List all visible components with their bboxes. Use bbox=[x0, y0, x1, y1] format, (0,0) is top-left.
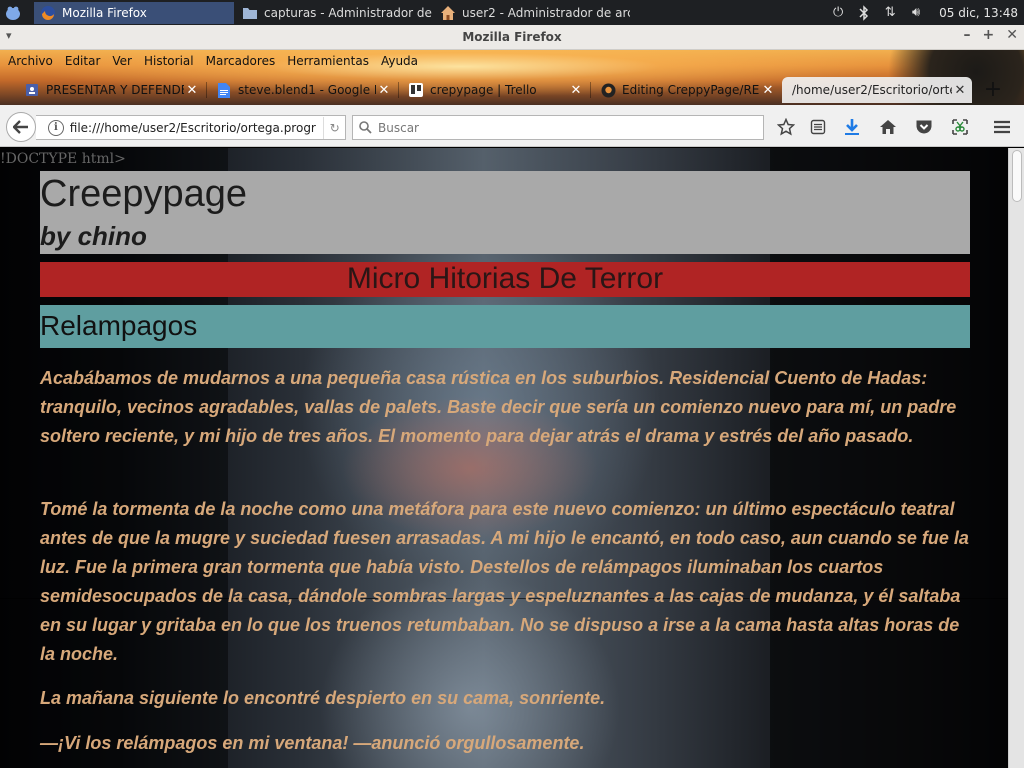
page-content: !DOCTYPE html> Creepypage by chino Micro… bbox=[0, 148, 1008, 768]
search-icon bbox=[359, 121, 372, 134]
hamburger-menu-icon[interactable] bbox=[990, 115, 1014, 139]
story-paragraph-1: Acabábamos de mudarnos a una pequeña cas… bbox=[40, 368, 957, 446]
xfce-mouse-icon bbox=[6, 6, 20, 20]
story-paragraph-3: La mañana siguiente lo encontré despiert… bbox=[40, 688, 606, 708]
story-paragraph-2: Tomé la tormenta de la noche como una me… bbox=[40, 499, 969, 664]
menu-archivo[interactable]: Archivo bbox=[2, 54, 59, 68]
site-header: Creepypage by chino bbox=[40, 171, 970, 254]
taskbar-item-firefox[interactable]: Mozilla Firefox bbox=[34, 2, 234, 24]
network-icon[interactable]: ⇅ bbox=[881, 4, 899, 22]
system-tray: ⏻ ⇅ 🔊︎ 05 dic, 13:48 bbox=[829, 0, 1024, 25]
tab-presentar[interactable]: PRESENTAR Y DEFENDER ✕ bbox=[18, 77, 204, 103]
downloads-icon[interactable] bbox=[840, 115, 864, 139]
navigation-toolbar: i file:///home/user2/Escritorio/ortega.p… bbox=[0, 105, 1024, 147]
menubar: Archivo Editar Ver Historial Marcadores … bbox=[0, 50, 424, 72]
tab-close-icon[interactable]: ✕ bbox=[376, 82, 392, 98]
menu-editar[interactable]: Editar bbox=[59, 54, 107, 68]
stray-doctype-text: !DOCTYPE html> bbox=[0, 151, 126, 167]
page-title: Creepypage bbox=[40, 173, 248, 215]
window-title: Mozilla Firefox bbox=[462, 30, 562, 44]
story-title: Relampagos bbox=[40, 305, 970, 348]
tab-strip: PRESENTAR Y DEFENDER ✕ steve.blend1 - Go… bbox=[0, 77, 1024, 104]
docs-icon bbox=[216, 82, 232, 98]
tab-close-icon[interactable]: ✕ bbox=[568, 82, 584, 98]
github-icon bbox=[600, 82, 616, 98]
menu-historial[interactable]: Historial bbox=[138, 54, 200, 68]
story-paragraph-4: —¡Vi los relámpagos en mi ventana! —anun… bbox=[40, 733, 585, 753]
taskbar-item-user2[interactable]: user2 - Administrador de arc... bbox=[434, 2, 630, 24]
close-icon[interactable]: ✕ bbox=[1006, 27, 1018, 43]
tab-close-icon[interactable]: ✕ bbox=[952, 82, 968, 98]
section-subtitle: Micro Hitorias De Terror bbox=[40, 262, 970, 297]
new-tab-button[interactable]: + bbox=[982, 79, 1004, 102]
browser-header: Archivo Editar Ver Historial Marcadores … bbox=[0, 50, 1024, 105]
system-panel: Mozilla Firefox capturas - Administrador… bbox=[0, 0, 1024, 25]
page-byline: by chino bbox=[40, 221, 147, 251]
tab-github-editing[interactable]: Editing CreppyPage/RE ✕ bbox=[594, 77, 780, 103]
bookmark-star-icon[interactable] bbox=[774, 115, 798, 139]
menu-ayuda[interactable]: Ayuda bbox=[375, 54, 424, 68]
search-bar[interactable] bbox=[352, 115, 764, 140]
slides-icon bbox=[24, 82, 40, 98]
minimize-icon[interactable]: – bbox=[964, 27, 971, 43]
clock[interactable]: 05 dic, 13:48 bbox=[939, 6, 1018, 20]
power-plug-icon[interactable]: ⏻ bbox=[829, 4, 847, 22]
pocket-icon[interactable] bbox=[912, 115, 936, 139]
firefox-icon bbox=[40, 5, 56, 21]
home-folder-icon bbox=[440, 5, 456, 21]
search-input[interactable] bbox=[378, 120, 748, 135]
site-info-icon[interactable]: i bbox=[47, 119, 64, 136]
volume-icon[interactable]: 🔊︎ bbox=[907, 4, 925, 22]
screenshot-tool-icon[interactable] bbox=[948, 115, 972, 139]
tab-close-icon[interactable]: ✕ bbox=[760, 82, 776, 98]
home-icon[interactable] bbox=[876, 115, 900, 139]
vertical-scrollbar[interactable] bbox=[1008, 148, 1024, 768]
trello-icon bbox=[408, 82, 424, 98]
bookmarks-list-icon[interactable] bbox=[806, 115, 830, 139]
window-menu-icon[interactable]: ▾ bbox=[6, 29, 12, 42]
tab-trello[interactable]: crepypage | Trello ✕ bbox=[402, 77, 588, 103]
scrollbar-thumb[interactable] bbox=[1012, 150, 1022, 202]
url-bar[interactable]: i file:///home/user2/Escritorio/ortega.p… bbox=[36, 115, 346, 140]
tab-close-icon[interactable]: ✕ bbox=[184, 82, 200, 98]
tab-local-file[interactable]: /home/user2/Escritorio/orte ✕ bbox=[782, 77, 972, 103]
back-arrow-icon bbox=[13, 120, 28, 134]
menu-ver[interactable]: Ver bbox=[106, 54, 138, 68]
tab-steve-blend[interactable]: steve.blend1 - Google D ✕ bbox=[210, 77, 396, 103]
app-menu-button[interactable] bbox=[0, 0, 26, 25]
taskbar-item-capturas[interactable]: capturas - Administrador de ... bbox=[236, 2, 432, 24]
maximize-icon[interactable]: + bbox=[983, 27, 995, 43]
back-button[interactable] bbox=[6, 112, 36, 142]
menu-marcadores[interactable]: Marcadores bbox=[200, 54, 282, 68]
window-titlebar: ▾ Mozilla Firefox – + ✕ bbox=[0, 25, 1024, 50]
reload-icon[interactable]: ↻ bbox=[323, 116, 345, 139]
url-text[interactable]: file:///home/user2/Escritorio/ortega.pro… bbox=[70, 121, 321, 135]
folder-icon bbox=[242, 5, 258, 21]
bluetooth-icon[interactable] bbox=[855, 4, 873, 22]
menu-herramientas[interactable]: Herramientas bbox=[281, 54, 375, 68]
